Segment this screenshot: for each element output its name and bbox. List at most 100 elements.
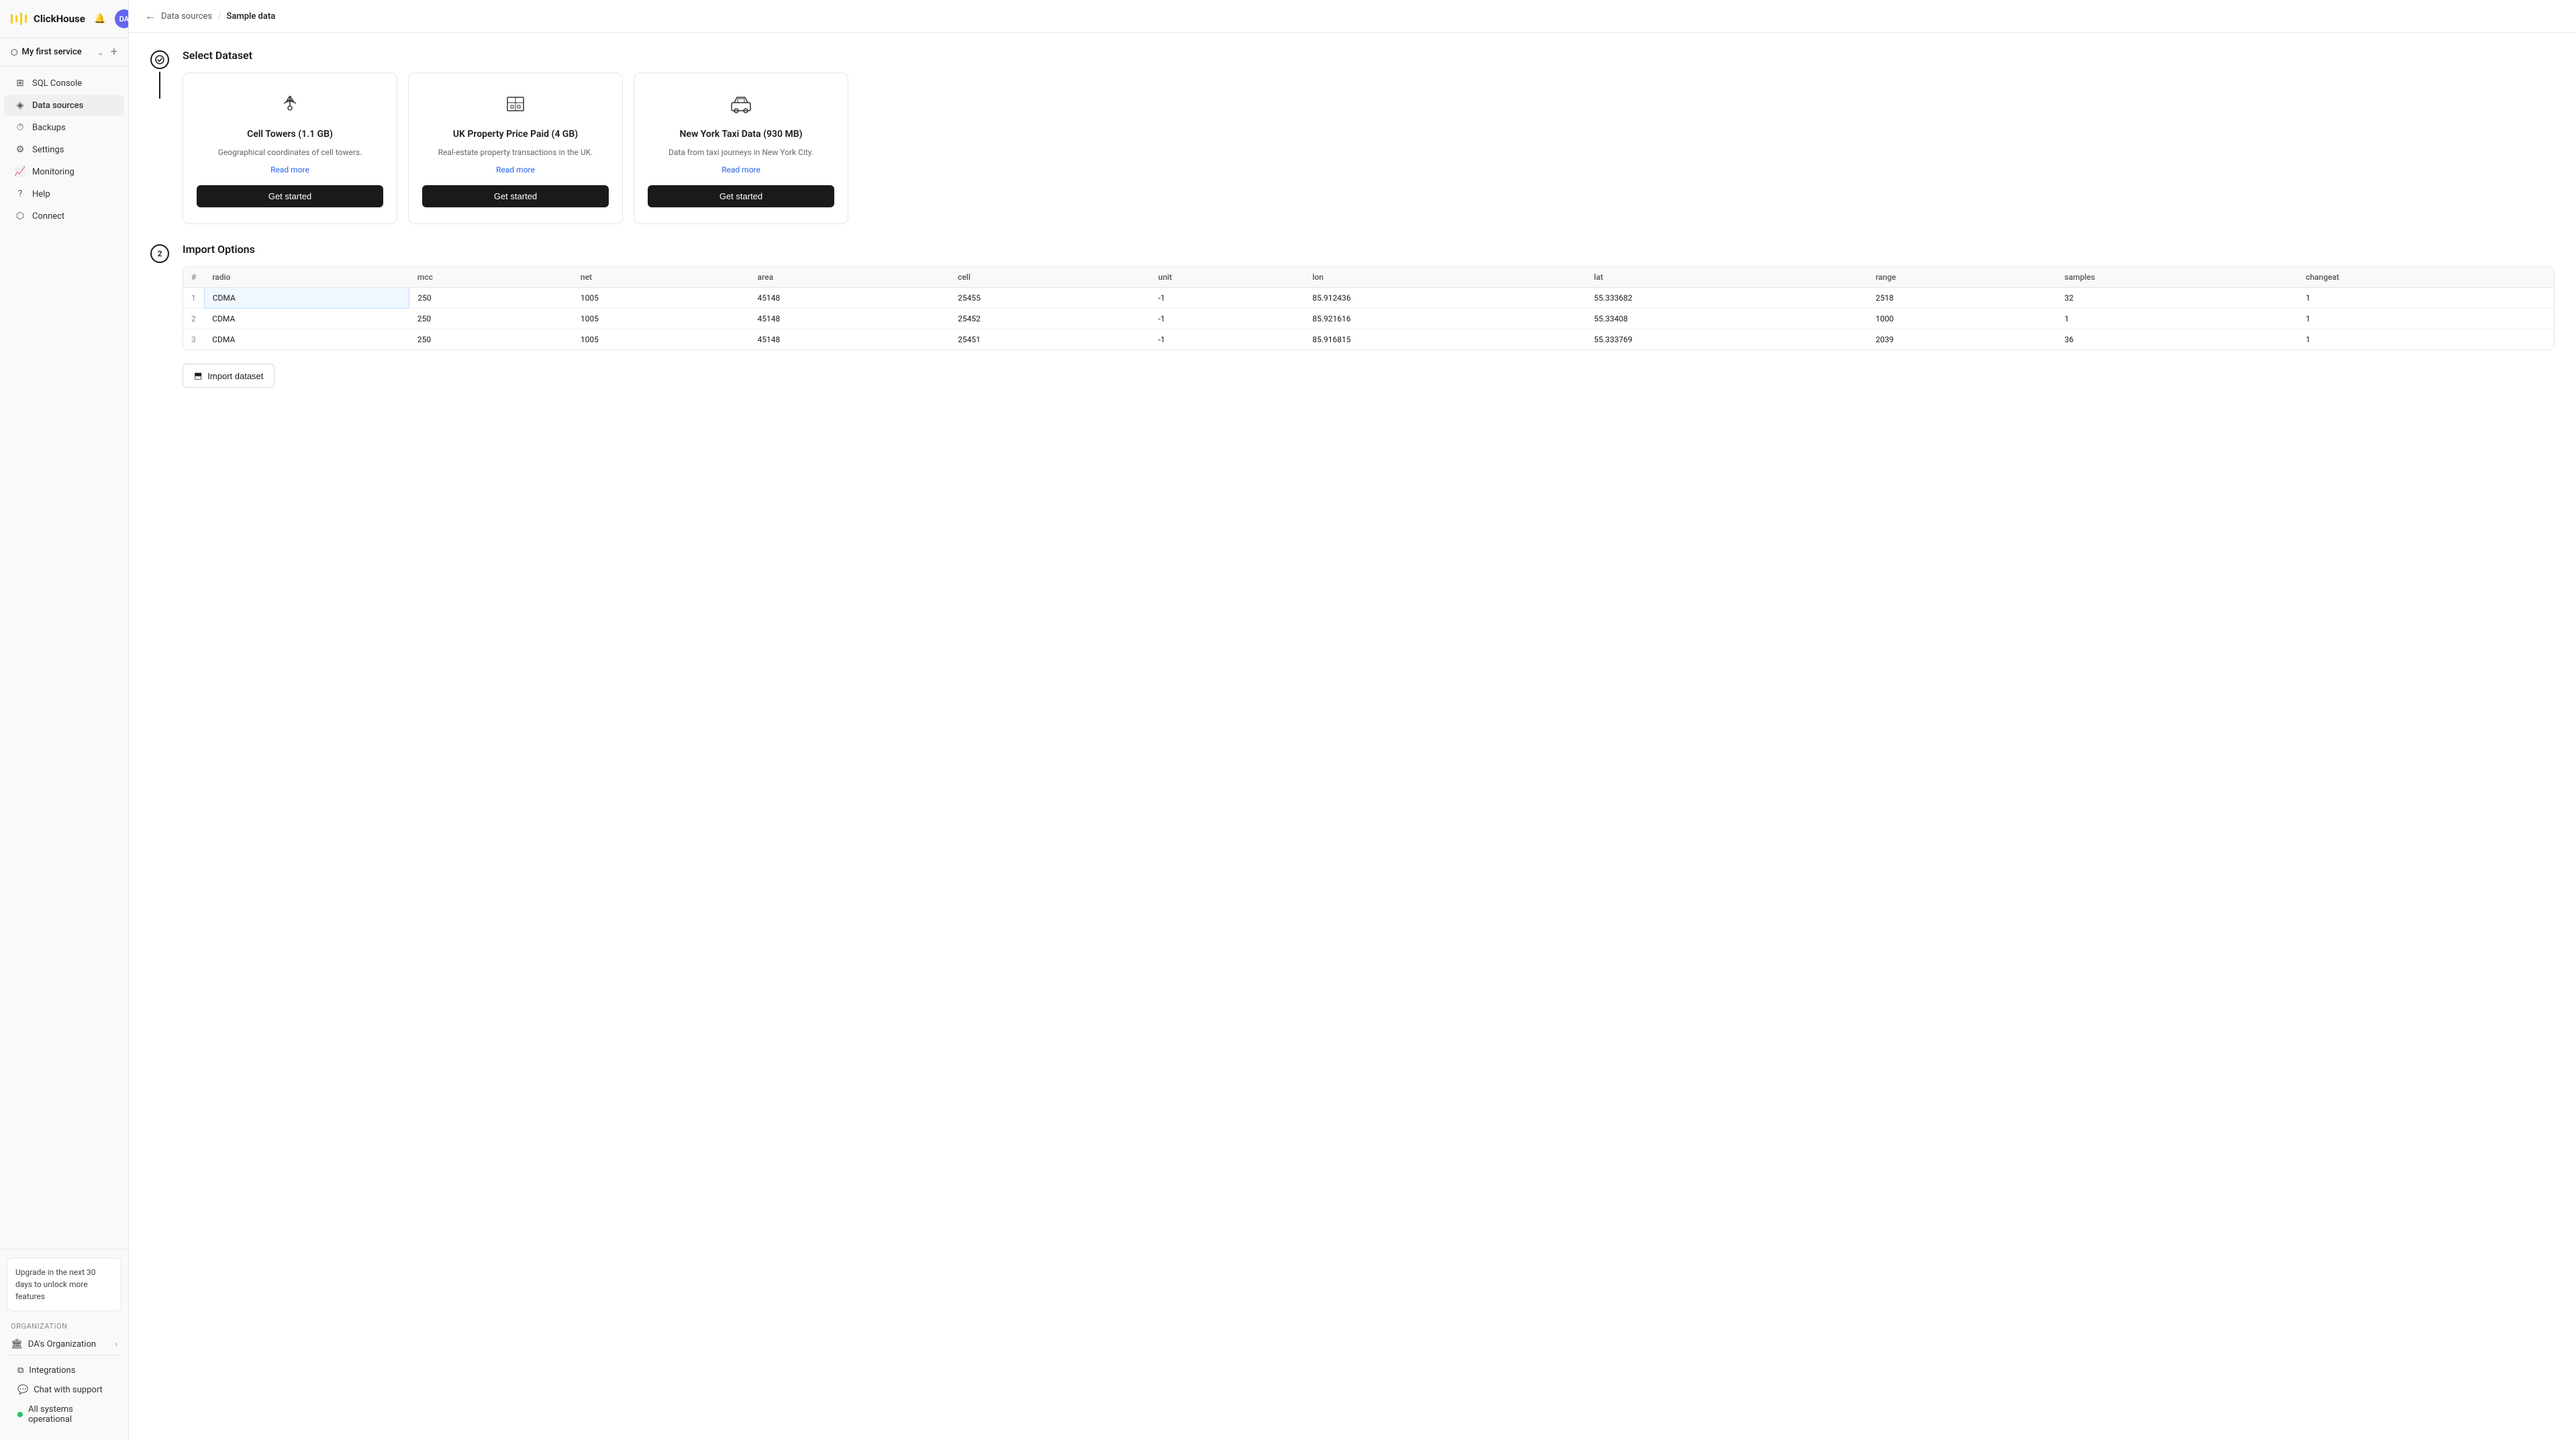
col-header-area: area xyxy=(750,267,950,288)
import-icon: ⬒ xyxy=(194,370,202,381)
service-icon: ⬡ xyxy=(11,48,17,57)
sql-console-icon: ⊞ xyxy=(15,78,26,89)
logo-actions: 🔔 DA xyxy=(91,9,129,28)
cell-cell: 25455 xyxy=(950,288,1150,309)
connect-icon: ⬡ xyxy=(15,211,26,221)
service-selector[interactable]: ⬡ My first service ⌄ + xyxy=(0,38,128,66)
sidebar: ClickHouse 🔔 DA ⬡ My first service ⌄ + ⊞… xyxy=(0,0,129,1440)
status-dot-icon xyxy=(17,1412,23,1417)
notifications-icon[interactable]: 🔔 xyxy=(91,9,109,28)
step-2-circle: 2 xyxy=(150,244,169,263)
cell-towers-read-more[interactable]: Read more xyxy=(270,165,309,174)
sidebar-label-backups: Backups xyxy=(32,123,66,133)
uk-property-read-more[interactable]: Read more xyxy=(496,165,535,174)
cell-changeat: 1 xyxy=(2297,288,2554,309)
col-header-cell: cell xyxy=(950,267,1150,288)
cell-towers-desc: Geographical coordinates of cell towers. xyxy=(218,146,362,158)
col-header-unit: unit xyxy=(1150,267,1305,288)
integrations-link[interactable]: ⧉ Integrations xyxy=(7,1361,121,1380)
cell-lat: 55.333769 xyxy=(1586,329,1868,350)
step-2-indicator: 2 xyxy=(150,243,169,263)
sidebar-item-monitoring[interactable]: 📈 Monitoring xyxy=(4,161,124,183)
org-name: DA's Organization xyxy=(28,1339,96,1349)
cell-towers-title: Cell Towers (1.1 GB) xyxy=(247,129,333,140)
sidebar-label-settings: Settings xyxy=(32,145,64,155)
bottom-links: ⧉ Integrations 💬 Chat with support All s… xyxy=(7,1355,121,1432)
page-content: Select Dataset xyxy=(129,33,2576,1440)
table-head: # radio mcc net area cell unit lon lat xyxy=(183,267,2554,288)
integrations-label: Integrations xyxy=(29,1366,75,1376)
data-table-wrapper: # radio mcc net area cell unit lon lat xyxy=(183,266,2555,350)
sidebar-item-data-sources[interactable]: ◈ Data sources xyxy=(4,95,124,116)
ny-taxi-get-started-button[interactable]: Get started xyxy=(648,185,834,207)
breadcrumb-separator: / xyxy=(217,11,221,21)
cell-lat: 55.33408 xyxy=(1586,309,1868,329)
settings-icon: ⚙ xyxy=(15,144,26,155)
data-table: # radio mcc net area cell unit lon lat xyxy=(183,267,2554,350)
breadcrumb-current: Sample data xyxy=(227,11,276,21)
cell-samples: 1 xyxy=(2057,309,2297,329)
ny-taxi-read-more[interactable]: Read more xyxy=(722,165,760,174)
back-button[interactable]: ← xyxy=(145,9,156,23)
checkmark-icon xyxy=(155,55,164,64)
logo-icon xyxy=(11,13,28,25)
cell-lon: 85.912436 xyxy=(1304,288,1586,309)
cell-net: 1005 xyxy=(573,288,750,309)
cell-num: 3 xyxy=(183,329,204,350)
steps-container: Select Dataset xyxy=(150,49,2555,388)
cell-cell: 25451 xyxy=(950,329,1150,350)
step-1-title: Select Dataset xyxy=(183,49,2555,62)
dataset-cards: Cell Towers (1.1 GB) Geographical coordi… xyxy=(183,72,2555,224)
import-dataset-button[interactable]: ⬒ Import dataset xyxy=(183,364,275,388)
step-2-content: Import Options # radio mcc net xyxy=(183,243,2555,388)
avatar[interactable]: DA xyxy=(115,9,129,28)
uk-property-desc: Real-estate property transactions in the… xyxy=(438,146,593,158)
cell-unit: -1 xyxy=(1150,288,1305,309)
cell-radio: CDMA xyxy=(204,309,409,329)
uk-property-get-started-button[interactable]: Get started xyxy=(422,185,609,207)
sidebar-item-help[interactable]: ? Help xyxy=(4,183,124,205)
step-2-number: 2 xyxy=(158,249,162,258)
add-service-icon[interactable]: + xyxy=(111,45,117,59)
cell-num: 1 xyxy=(183,288,204,309)
table-row: 1 CDMA 250 1005 45148 25455 -1 85.912436… xyxy=(183,288,2554,309)
main-content: ← Data sources / Sample data Sel xyxy=(129,0,2576,1440)
org-label: Organization xyxy=(7,1319,121,1333)
step-2: 2 Import Options # radio m xyxy=(150,243,2555,388)
sidebar-label-sql-console: SQL Console xyxy=(32,79,82,89)
upgrade-card: Upgrade in the next 30 days to unlock mo… xyxy=(7,1257,121,1311)
org-item[interactable]: 🏛 DA's Organization › xyxy=(7,1333,121,1355)
ny-taxi-title: New York Taxi Data (930 MB) xyxy=(680,129,803,140)
ny-taxi-icon xyxy=(728,89,754,119)
col-header-net: net xyxy=(573,267,750,288)
status-label: All systems operational xyxy=(28,1404,111,1425)
sidebar-item-settings[interactable]: ⚙ Settings xyxy=(4,139,124,160)
logo-bar-1 xyxy=(11,14,13,23)
logo-bar-2 xyxy=(15,15,17,22)
cell-num: 2 xyxy=(183,309,204,329)
cell-towers-icon xyxy=(277,89,303,119)
sidebar-item-backups[interactable]: ⏱ Backups xyxy=(4,117,124,138)
org-chevron-icon: › xyxy=(115,1339,117,1349)
table-row: 2 CDMA 250 1005 45148 25452 -1 85.921616… xyxy=(183,309,2554,329)
sidebar-item-sql-console[interactable]: ⊞ SQL Console xyxy=(4,72,124,94)
import-label: Import dataset xyxy=(207,371,263,381)
breadcrumb-parent[interactable]: Data sources xyxy=(161,11,212,21)
cell-lat: 55.333682 xyxy=(1586,288,1868,309)
service-chevron-icon: ⌄ xyxy=(97,48,104,57)
cell-range: 2518 xyxy=(1867,288,2056,309)
col-header-samples: samples xyxy=(2057,267,2297,288)
chat-support-link[interactable]: 💬 Chat with support xyxy=(7,1380,121,1400)
step-1: Select Dataset xyxy=(150,49,2555,224)
dataset-card-ny-taxi: New York Taxi Data (930 MB) Data from ta… xyxy=(634,72,848,224)
sidebar-item-connect[interactable]: ⬡ Connect xyxy=(4,205,124,227)
step-2-title: Import Options xyxy=(183,243,2555,256)
org-icon: 🏛 xyxy=(11,1339,23,1349)
col-header-radio: radio xyxy=(204,267,409,288)
cell-range: 1000 xyxy=(1867,309,2056,329)
uk-property-icon xyxy=(502,89,529,119)
col-header-changeat: changeat xyxy=(2297,267,2554,288)
cell-towers-get-started-button[interactable]: Get started xyxy=(197,185,383,207)
chat-icon: 💬 xyxy=(17,1385,28,1395)
cell-area: 45148 xyxy=(750,288,950,309)
